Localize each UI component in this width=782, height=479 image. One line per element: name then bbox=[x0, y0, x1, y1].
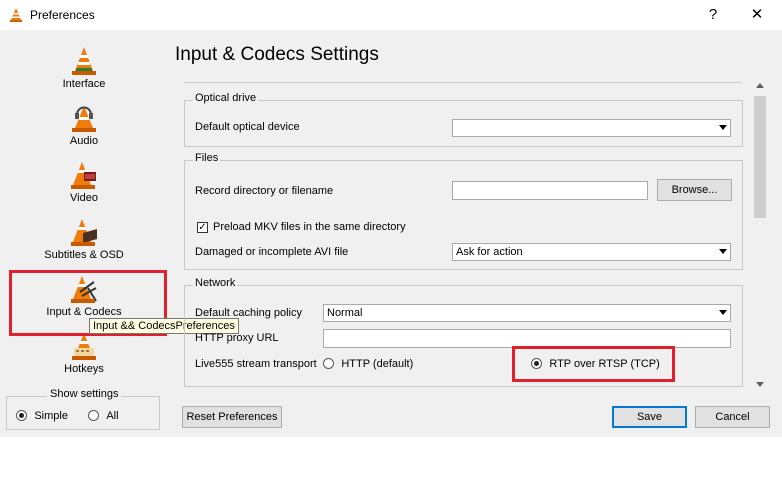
close-button[interactable]: ✕ bbox=[737, 4, 777, 26]
sidebar-item-audio[interactable]: Audio bbox=[10, 103, 158, 147]
radio-indicator bbox=[16, 410, 27, 422]
http-default-label: HTTP (default) bbox=[341, 358, 414, 370]
damaged-avi-select[interactable]: Ask for action bbox=[452, 243, 731, 261]
title-bar: Preferences ? ✕ bbox=[0, 0, 782, 30]
files-group: Files Record directory or filename Brows… bbox=[184, 152, 743, 270]
show-settings-group: Show settings Simple All bbox=[6, 388, 160, 430]
network-group-label: Network bbox=[193, 277, 238, 289]
help-button[interactable]: ? bbox=[693, 4, 733, 26]
sidebar-item-label: Interface bbox=[62, 78, 106, 90]
optical-drive-group: Optical drive Default optical device bbox=[184, 92, 743, 147]
chevron-down-icon bbox=[719, 125, 727, 130]
sidebar-item-subtitles-osd[interactable]: Subtitles & OSD bbox=[10, 217, 158, 261]
cancel-button[interactable]: Cancel bbox=[695, 406, 770, 428]
preferences-window: Preferences ? ✕ Interface Audio Video Su… bbox=[0, 0, 782, 437]
simple-radio-label: Simple bbox=[34, 410, 68, 422]
settings-panel: Optical drive Default optical device Fil… bbox=[176, 76, 768, 394]
vlc-cone-icon bbox=[10, 8, 22, 22]
default-optical-device-select[interactable] bbox=[452, 119, 731, 137]
chevron-down-icon bbox=[719, 310, 727, 315]
save-button[interactable]: Save bbox=[612, 406, 687, 428]
sidebar-item-label: Hotkeys bbox=[64, 363, 104, 375]
sidebar-item-label: Video bbox=[70, 192, 98, 204]
sidebar-item-label: Subtitles & OSD bbox=[44, 249, 124, 261]
settings-scrollbar[interactable] bbox=[752, 76, 768, 394]
chevron-down-icon bbox=[719, 249, 727, 254]
divider bbox=[184, 82, 741, 83]
caching-policy-select[interactable]: Normal bbox=[323, 304, 731, 322]
http-proxy-label: HTTP proxy URL bbox=[195, 332, 279, 344]
cone-film-icon bbox=[71, 162, 96, 189]
cone-subtitles-icon bbox=[71, 219, 97, 246]
all-radio-label: All bbox=[106, 410, 119, 422]
simple-radio[interactable]: Simple bbox=[16, 408, 68, 422]
record-directory-label: Record directory or filename bbox=[195, 185, 334, 197]
window-title: Preferences bbox=[30, 8, 95, 22]
http-default-radio[interactable]: HTTP (default) bbox=[323, 356, 413, 370]
page-title: Input & Codecs Settings bbox=[175, 44, 379, 65]
combo-value: Normal bbox=[327, 307, 363, 319]
show-settings-label: Show settings bbox=[47, 388, 122, 400]
annotation-highlight-rtp bbox=[512, 346, 675, 382]
caching-policy-label: Default caching policy bbox=[195, 307, 303, 319]
record-directory-input[interactable] bbox=[452, 181, 648, 200]
preload-mkv-label: Preload MKV files in the same directory bbox=[213, 221, 406, 233]
sidebar-item-video[interactable]: Video bbox=[10, 160, 158, 204]
sidebar-item-hotkeys[interactable]: Hotkeys bbox=[10, 331, 158, 375]
all-radio[interactable]: All bbox=[88, 408, 119, 422]
live555-transport-label: Live555 stream transport bbox=[195, 358, 317, 370]
combo-value: Ask for action bbox=[456, 246, 523, 258]
sidebar-item-interface[interactable]: Interface bbox=[10, 46, 158, 90]
scrollbar-thumb[interactable] bbox=[754, 96, 766, 218]
optical-drive-group-label: Optical drive bbox=[193, 92, 259, 104]
browse-button[interactable]: Browse... bbox=[657, 179, 732, 201]
scroll-up-icon[interactable] bbox=[756, 83, 764, 88]
preload-mkv-checkbox[interactable]: ✓ bbox=[197, 222, 208, 233]
cone-icon bbox=[72, 47, 96, 75]
scroll-down-icon[interactable] bbox=[756, 382, 764, 387]
cone-headphones-icon bbox=[72, 106, 96, 132]
radio-indicator bbox=[323, 358, 334, 370]
default-optical-device-label: Default optical device bbox=[195, 121, 300, 133]
reset-preferences-button[interactable]: Reset Preferences bbox=[182, 406, 282, 428]
sidebar-item-label: Audio bbox=[69, 135, 99, 147]
files-group-label: Files bbox=[193, 152, 221, 164]
radio-indicator bbox=[88, 410, 99, 422]
damaged-avi-label: Damaged or incomplete AVI file bbox=[195, 246, 349, 258]
